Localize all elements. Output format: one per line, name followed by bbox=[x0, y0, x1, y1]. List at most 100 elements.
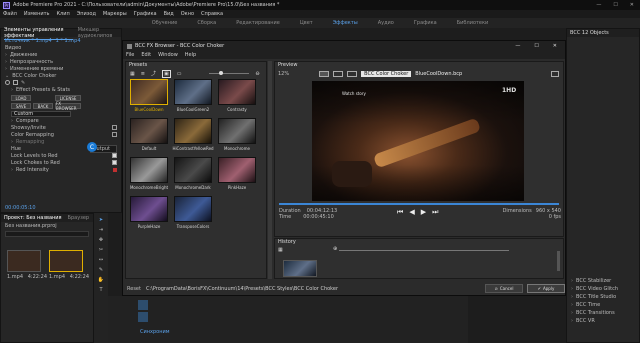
menu-file[interactable]: Файл bbox=[3, 11, 17, 17]
load-button[interactable]: LOAD bbox=[11, 95, 31, 101]
pen-tool-icon[interactable]: ✎ bbox=[99, 267, 103, 273]
list-view-icon[interactable]: ≡ bbox=[141, 71, 145, 77]
preset-thumb-default[interactable] bbox=[130, 118, 168, 144]
dialog-close-icon[interactable]: ✕ bbox=[553, 43, 557, 49]
color-remap-checkbox[interactable] bbox=[112, 132, 117, 137]
ws-color[interactable]: Цвет bbox=[300, 20, 313, 26]
pen-mask-icon[interactable]: ✎ bbox=[21, 80, 25, 86]
lock-chokes-checkbox[interactable] bbox=[112, 160, 117, 165]
rect-mask-icon[interactable] bbox=[13, 80, 18, 85]
dialog-maximize-icon[interactable]: ☐ bbox=[534, 43, 538, 49]
save-button[interactable]: SAVE bbox=[11, 103, 31, 109]
fullscreen-icon[interactable] bbox=[551, 71, 559, 77]
menu-sequence[interactable]: Эпизод bbox=[77, 11, 96, 17]
project-clip-thumb-1[interactable] bbox=[7, 250, 41, 272]
effects-item-vr[interactable]: › BCC VR bbox=[567, 317, 639, 325]
presets-scrollbar[interactable] bbox=[268, 61, 272, 279]
type-tool-icon[interactable]: T bbox=[99, 287, 102, 293]
history-scrollbar[interactable] bbox=[557, 251, 560, 271]
menu-edit[interactable]: Изменить bbox=[24, 11, 50, 17]
preset-thumb-bluecooldown[interactable] bbox=[130, 79, 168, 105]
zoom-percent[interactable]: 12% bbox=[278, 71, 289, 77]
timeline-scrubber[interactable] bbox=[279, 203, 559, 205]
effect-presets-row[interactable]: › Effect Presets & Stats bbox=[1, 86, 121, 93]
param-compare[interactable]: › Compare bbox=[1, 117, 121, 124]
history-icon[interactable]: ▦ bbox=[278, 247, 286, 255]
ripple-edit-icon[interactable]: ✥ bbox=[99, 237, 103, 243]
tab-media-browser[interactable]: Браузер bbox=[68, 215, 90, 221]
section-opacity[interactable]: › Непрозрачность bbox=[1, 58, 121, 65]
dialog-menu-edit[interactable]: Edit bbox=[141, 52, 151, 58]
preset-thumb-bluecoolgreen2[interactable] bbox=[174, 79, 212, 105]
param-red-intensity[interactable]: › Red Intensity bbox=[1, 166, 121, 173]
dialog-menu-help[interactable]: Help bbox=[185, 52, 196, 58]
clip-source[interactable]: Источник * 1.mp4 bbox=[5, 38, 52, 44]
close-icon[interactable]: ✕ bbox=[630, 2, 634, 8]
section-bcc-color-choker[interactable]: ⌄ BCC Color Choker bbox=[1, 72, 121, 79]
selection-tool-icon[interactable]: ➤ bbox=[99, 217, 103, 223]
ws-libraries[interactable]: Библиотеки bbox=[457, 20, 489, 26]
lock-levels-checkbox[interactable] bbox=[112, 153, 117, 158]
history-zoom-icon[interactable]: ⊕ bbox=[333, 246, 337, 252]
clip-name[interactable]: 1 * 1.mp4 bbox=[56, 38, 81, 44]
menu-window[interactable]: Окно bbox=[181, 11, 194, 17]
show-invert-checkbox[interactable] bbox=[112, 125, 117, 130]
ws-assembly[interactable]: Сборка bbox=[197, 20, 216, 26]
effect-controls-timecode[interactable]: 00:00:05:10 bbox=[1, 204, 36, 211]
effects-item-glitch[interactable]: › BCC Video Glitch bbox=[567, 285, 639, 293]
thumb-size-slider[interactable] bbox=[209, 71, 250, 75]
reset-button[interactable]: Reset bbox=[127, 286, 141, 292]
preset-thumb-monochrome[interactable] bbox=[218, 118, 256, 144]
skip-back-icon[interactable]: ⏮ bbox=[397, 208, 403, 220]
preset-thumb-monodark[interactable] bbox=[174, 157, 212, 183]
fx-browser-button[interactable]: FX BROWSER bbox=[55, 101, 81, 111]
hand-tool-icon[interactable]: ✋ bbox=[98, 277, 104, 283]
track-toggle[interactable] bbox=[138, 300, 148, 310]
zoom-icon[interactable]: ⊖ bbox=[255, 71, 259, 77]
ws-graphics[interactable]: Графика bbox=[414, 20, 437, 26]
preset-thumb-hicontrast[interactable] bbox=[174, 118, 212, 144]
compare-icon[interactable] bbox=[319, 71, 330, 77]
effects-item-time[interactable]: › BCC Time bbox=[567, 301, 639, 309]
menu-view[interactable]: Вид bbox=[164, 11, 174, 17]
track-toggle-2[interactable] bbox=[138, 312, 148, 322]
image-view-icon[interactable]: ▣ bbox=[161, 69, 171, 78]
cancel-button[interactable]: ⊘ Cancel bbox=[485, 284, 523, 293]
step-back-icon[interactable]: ◀ bbox=[409, 208, 414, 220]
menu-markers[interactable]: Маркеры bbox=[103, 11, 127, 17]
ws-learning[interactable]: Обучение bbox=[152, 20, 178, 26]
ellipse-mask-icon[interactable] bbox=[5, 80, 10, 85]
minimize-icon[interactable]: — bbox=[596, 2, 601, 8]
folder-icon[interactable]: ▭ bbox=[177, 71, 182, 77]
wipe-view-icon[interactable] bbox=[347, 71, 358, 77]
ws-effects[interactable]: Эффекты bbox=[333, 20, 358, 26]
back-button[interactable]: BACK bbox=[33, 103, 53, 109]
project-clip-thumb-2[interactable] bbox=[49, 250, 83, 272]
razor-tool-icon[interactable]: ✂ bbox=[99, 247, 103, 253]
ws-audio[interactable]: Аудио bbox=[378, 20, 394, 26]
play-icon[interactable]: ▶ bbox=[421, 208, 426, 220]
dialog-menu-file[interactable]: File bbox=[126, 52, 134, 58]
tab-project[interactable]: Проект: Без названия bbox=[4, 215, 62, 221]
menu-help[interactable]: Справка bbox=[201, 11, 223, 17]
preset-thumb-monobright[interactable] bbox=[130, 157, 168, 183]
slip-tool-icon[interactable]: ↔ bbox=[99, 257, 103, 263]
ws-editing[interactable]: Редактирование bbox=[236, 20, 280, 26]
dialog-minimize-icon[interactable]: — bbox=[515, 43, 520, 49]
effects-item-transitions[interactable]: › BCC Transitions bbox=[567, 309, 639, 317]
preset-thumb-pinkhaze[interactable] bbox=[218, 157, 256, 183]
preset-thumb-transpose[interactable] bbox=[174, 196, 212, 222]
split-view-icon[interactable] bbox=[333, 71, 344, 77]
history-zoom-slider[interactable] bbox=[339, 250, 509, 251]
menu-graphics[interactable]: Графика bbox=[134, 11, 157, 17]
section-motion[interactable]: › Движение bbox=[1, 51, 121, 58]
effects-item-stabilizer[interactable]: › BCC Stabilizer bbox=[567, 277, 639, 285]
track-select-icon[interactable]: ⇥ bbox=[99, 227, 103, 233]
skip-forward-icon[interactable]: ⏭ bbox=[432, 208, 438, 220]
section-time-remap[interactable]: › Изменение времени bbox=[1, 65, 121, 72]
keyframe-icon[interactable] bbox=[113, 167, 117, 172]
apply-button[interactable]: ✔ Apply bbox=[527, 284, 565, 293]
menu-clip[interactable]: Клип bbox=[56, 11, 69, 17]
history-thumb[interactable] bbox=[283, 260, 317, 277]
preset-thumb-purplehaze[interactable] bbox=[130, 196, 168, 222]
